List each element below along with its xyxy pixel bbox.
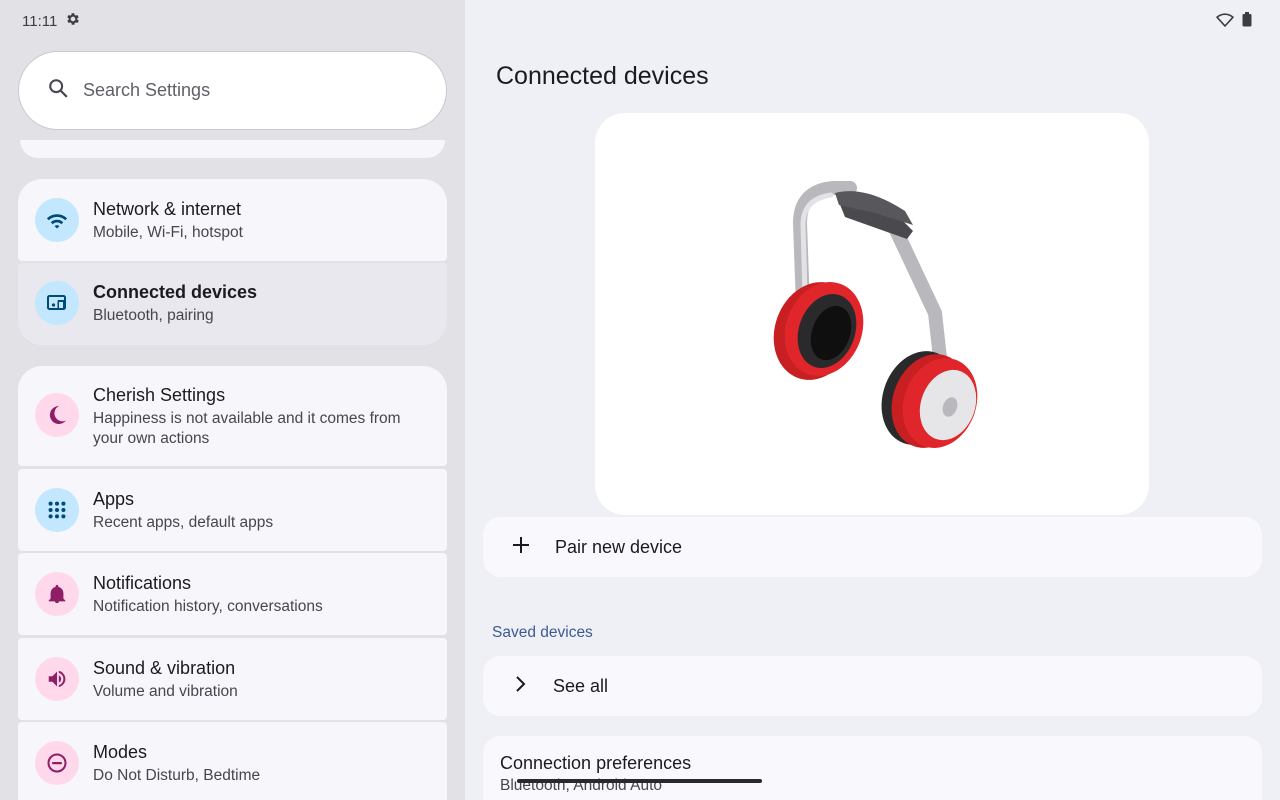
clock: 11:11 <box>22 12 58 30</box>
sidebar-item-notifications[interactable]: Notifications Notification history, conv… <box>18 553 447 635</box>
headphones-illustration <box>773 181 978 448</box>
connection-preferences-item[interactable]: Connection preferences Bluetooth, Androi… <box>483 736 1262 800</box>
sidebar-item-subtitle: Happiness is not available and it comes … <box>93 410 401 447</box>
sidebar-item-title: Notifications <box>93 573 192 593</box>
saved-devices-header: Saved devices <box>492 624 593 641</box>
cherish-icon <box>35 393 79 437</box>
do-not-disturb-icon <box>35 741 79 785</box>
search-icon <box>47 77 69 104</box>
page-title: Connected devices <box>496 62 709 90</box>
apps-grid-icon <box>35 488 79 532</box>
settings-sidebar: 11:11 Search Settings Network & internet… <box>0 0 465 800</box>
sidebar-item-network[interactable]: Network & internet Mobile, Wi-Fi, hotspo… <box>18 179 447 261</box>
sidebar-item-subtitle: Do Not Disturb, Bedtime <box>93 767 261 784</box>
speaker-icon <box>35 657 79 701</box>
see-all-label: See all <box>553 675 609 696</box>
sidebar-item-title: Modes <box>93 742 148 762</box>
pair-new-device-button[interactable]: Pair new device <box>483 517 1262 577</box>
bell-icon <box>35 572 79 616</box>
sidebar-item-subtitle: Volume and vibration <box>93 683 238 700</box>
status-bar-right <box>1216 12 1252 32</box>
illustration-card <box>595 113 1149 515</box>
search-placeholder: Search Settings <box>83 80 211 100</box>
see-all-button[interactable]: See all <box>483 656 1262 716</box>
status-bar-left: 11:11 <box>22 11 81 31</box>
plus-icon <box>511 535 531 560</box>
pair-new-device-label: Pair new device <box>555 536 683 557</box>
sidebar-item-subtitle: Notification history, conversations <box>93 598 323 615</box>
sidebar-item-modes[interactable]: Modes Do Not Disturb, Bedtime <box>18 722 447 800</box>
sidebar-item-title: Cherish Settings <box>93 385 226 405</box>
sidebar-item-subtitle: Mobile, Wi-Fi, hotspot <box>93 224 243 241</box>
sidebar-item-sound-vibration[interactable]: Sound & vibration Volume and vibration <box>18 638 447 720</box>
sidebar-item-apps[interactable]: Apps Recent apps, default apps <box>18 469 447 551</box>
sidebar-item-subtitle: Recent apps, default apps <box>93 514 274 531</box>
sidebar-item-connected-devices[interactable]: Connected devices Bluetooth, pairing <box>18 263 447 345</box>
connection-preferences-title: Connection preferences <box>500 753 692 773</box>
sidebar-item-cherish-settings[interactable]: Cherish Settings Happiness is not availa… <box>18 366 447 466</box>
battery-icon <box>1242 12 1252 32</box>
chevron-right-icon <box>513 675 527 698</box>
sidebar-item-subtitle: Bluetooth, pairing <box>93 307 214 324</box>
wifi-icon <box>35 198 79 242</box>
sidebar-item-title: Apps <box>93 489 135 509</box>
settings-gear-icon <box>65 11 81 31</box>
devices-icon <box>35 281 79 325</box>
sidebar-item-title: Sound & vibration <box>93 658 236 678</box>
scrolled-card-edge <box>20 140 445 158</box>
sidebar-item-title: Network & internet <box>93 199 242 219</box>
sidebar-item-title: Connected devices <box>93 282 258 302</box>
wifi-status-icon <box>1216 12 1234 32</box>
search-bar[interactable]: Search Settings <box>18 51 447 130</box>
gesture-nav-handle[interactable] <box>517 779 762 783</box>
detail-pane: Connected devices Pair new device Saved … <box>465 0 1280 800</box>
